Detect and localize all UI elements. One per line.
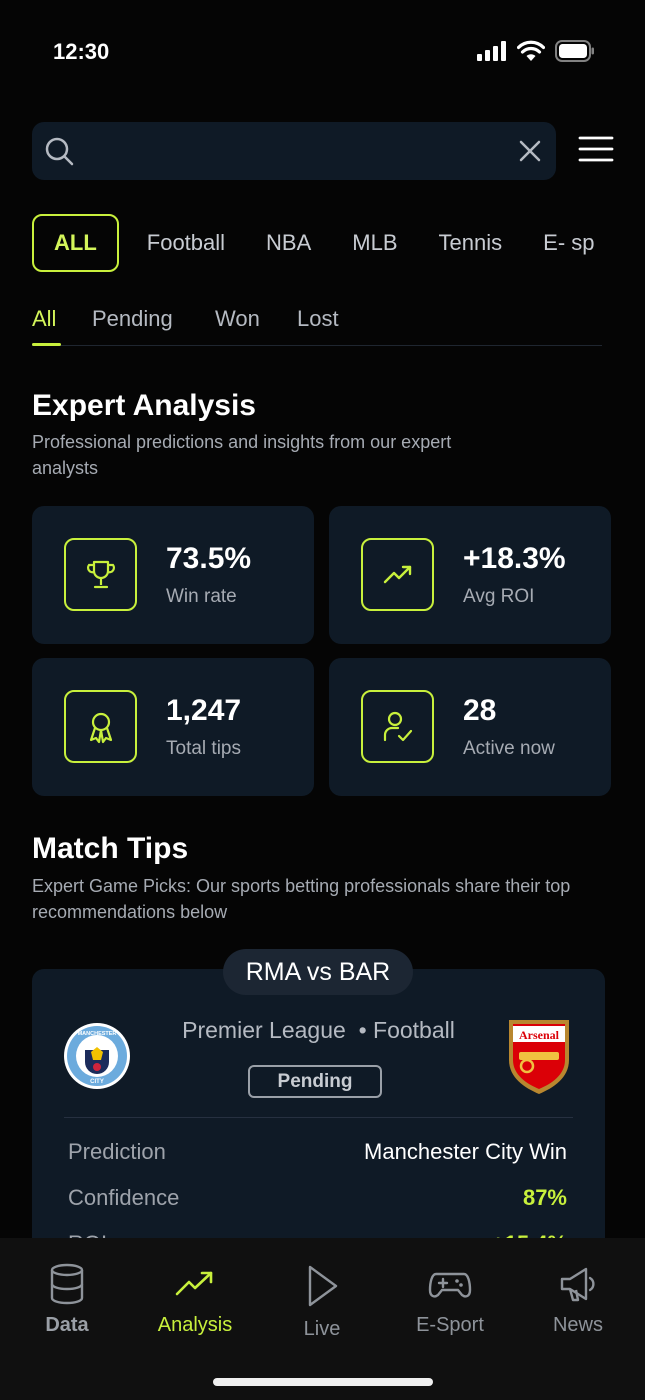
menu-icon[interactable] [578,134,614,164]
database-icon [50,1263,84,1305]
stat-icon-box [64,690,137,763]
stat-icon-box [361,690,434,763]
nav-label: Data [45,1314,89,1336]
megaphone-icon [560,1267,595,1302]
status-icons [477,40,595,62]
prediction-value: Manchester City Win [364,1139,567,1164]
nav-live[interactable]: Live [267,1262,377,1341]
match-tips-title: Match Tips [32,832,189,865]
prediction-label: Prediction [68,1139,166,1164]
sport-tabs: ALL Football NBA MLB Tennis E- sp [32,214,645,272]
nav-label: E-Sport [416,1314,484,1336]
tab-football[interactable]: Football [147,214,225,272]
user-check-icon [383,711,412,741]
status-bar: 12:30 [0,0,645,100]
nav-data[interactable]: Data [12,1262,122,1337]
stat-label: Active now [463,738,555,759]
tab-status-won[interactable]: Won [215,306,260,332]
league-name: Premier League [182,1017,346,1043]
nav-analysis[interactable]: Analysis [140,1262,250,1337]
divider [64,1117,573,1118]
confidence-label: Confidence [68,1185,180,1210]
award-icon [89,712,112,743]
stat-value: 1,247 [166,694,242,727]
stat-label: Avg ROI [463,586,535,607]
nav-label: News [552,1314,603,1336]
trophy-icon [86,560,115,588]
tab-esports[interactable]: E- sp [543,214,594,272]
tab-status-pending[interactable]: Pending [92,306,173,332]
nav-news[interactable]: News [523,1262,633,1337]
status-time: 12:30 [53,39,110,64]
match-teams-pill: RMA vs BAR [223,949,413,995]
wifi-icon [517,40,545,61]
status-tabs: All Pending Won Lost [32,306,602,346]
stat-card-active-now: 28 Active now [329,658,611,796]
match-tips-description: Expert Game Picks: Our sports betting pr… [32,876,571,922]
close-icon[interactable] [518,139,542,163]
gamepad-icon [428,1272,472,1298]
search-input[interactable] [92,122,502,180]
stat-label: Win rate [166,586,237,607]
stat-value: 28 [463,694,497,727]
active-tab-indicator [32,343,61,346]
stat-icon-box [361,538,434,611]
stat-card-win-rate: 73.5% Win rate [32,506,314,644]
search-row [32,122,618,180]
nav-label: Analysis [157,1314,233,1336]
stat-card-total-tips: 1,247 Total tips [32,658,314,796]
stat-icon-box [64,538,137,611]
search-icon [45,137,74,166]
nav-esport[interactable]: E-Sport [395,1262,505,1337]
trending-up-icon [383,565,411,583]
expert-analysis-description: Professional predictions and insights fr… [32,432,452,478]
svg-text:CITY: CITY [90,1079,104,1085]
expert-analysis-title: Expert Analysis [32,389,256,422]
confidence-value: 87% [522,1185,567,1210]
bottom-nav: Data Analysis Live E-Sport News [0,1238,645,1400]
search-box[interactable] [32,122,556,180]
sport-name: • Football [358,1017,455,1043]
arsenal-logo: Arsenal [509,1020,569,1094]
stat-card-avg-roi: +18.3% Avg ROI [329,506,611,644]
status-badge: Pending [248,1065,382,1098]
trending-up-icon [175,1271,213,1296]
match-card[interactable]: MANCHESTER CITY Premier League • Footbal… [32,969,605,1269]
stat-label: Total tips [166,738,241,759]
battery-icon [555,40,594,62]
play-icon [308,1265,338,1307]
tab-tennis[interactable]: Tennis [439,214,503,272]
tab-status-lost[interactable]: Lost [297,306,339,332]
tab-nba[interactable]: NBA [266,214,311,272]
home-indicator [213,1378,433,1386]
stat-value: +18.3% [463,542,566,575]
signal-icon [477,41,506,61]
tab-status-all[interactable]: All [32,306,56,332]
stat-value: 73.5% [166,542,252,575]
tab-mlb[interactable]: MLB [352,214,397,272]
tab-all[interactable]: ALL [32,214,119,272]
nav-label: Live [303,1318,341,1340]
svg-text:Arsenal: Arsenal [519,1028,560,1042]
